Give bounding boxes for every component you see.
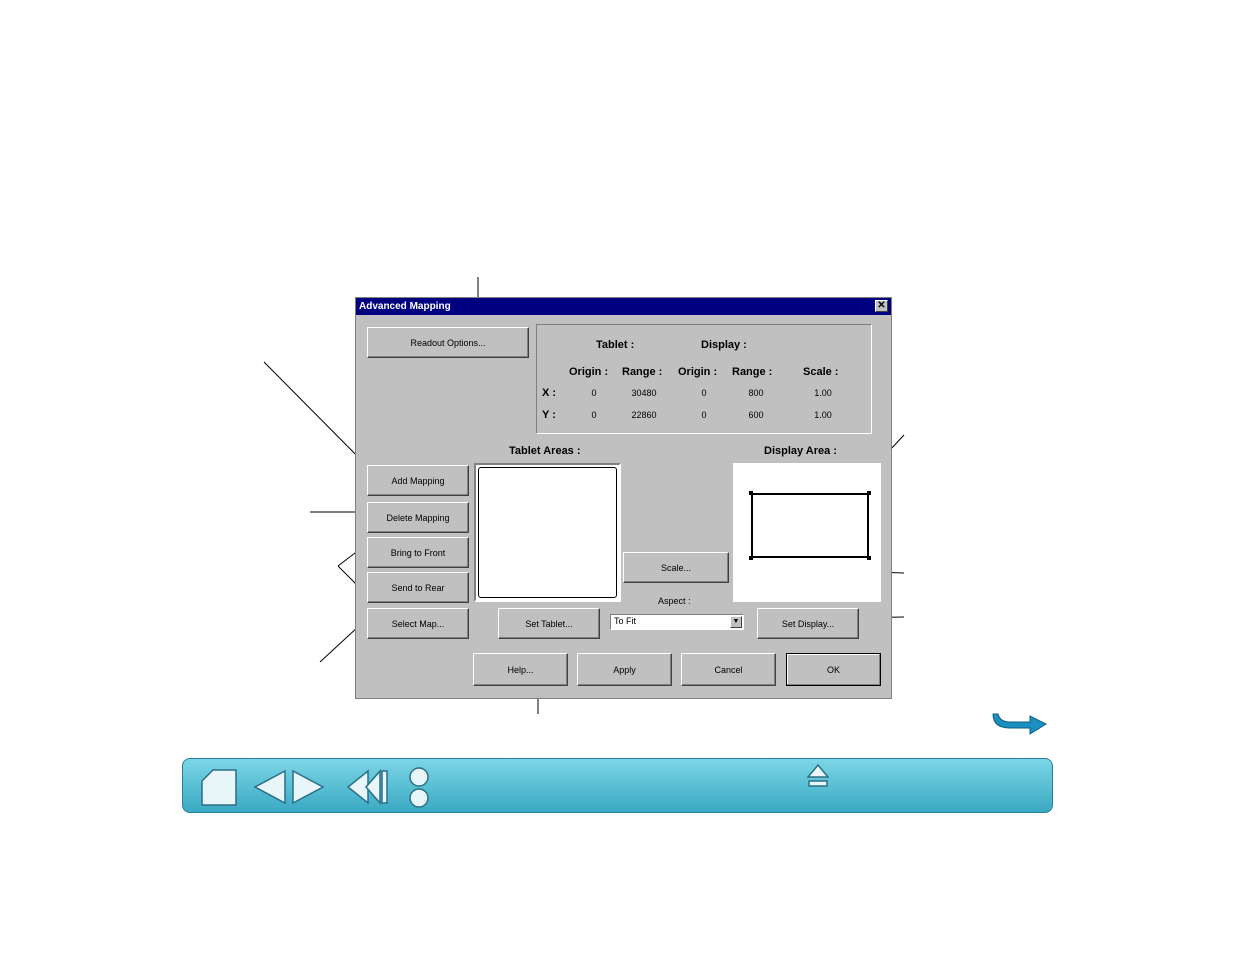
x-scale: 1.00 xyxy=(814,388,832,398)
home-icon[interactable] xyxy=(199,767,239,807)
dialog-title: Advanced Mapping xyxy=(356,298,891,315)
bring-to-front-button[interactable]: Bring to Front xyxy=(367,537,469,568)
add-mapping-button[interactable]: Add Mapping xyxy=(367,465,469,496)
x-tablet-range: 30480 xyxy=(631,388,657,398)
tablet-areas-label: Tablet Areas : xyxy=(509,445,581,457)
help-button[interactable]: Help... xyxy=(473,653,568,686)
aspect-select[interactable]: To Fit ▼ xyxy=(610,614,744,630)
tablet-origin-header: Origin : xyxy=(569,366,609,378)
aspect-selected-value: To Fit xyxy=(614,616,637,626)
display-area-rect[interactable] xyxy=(751,493,869,558)
next-page-icon[interactable] xyxy=(291,769,325,805)
y-display-origin: 0 xyxy=(701,410,707,420)
cancel-button[interactable]: Cancel xyxy=(681,653,776,686)
x-row-label: X : xyxy=(542,387,557,399)
select-map-button[interactable]: Select Map... xyxy=(367,608,469,639)
ok-button[interactable]: OK xyxy=(786,653,881,686)
send-to-rear-button[interactable]: Send to Rear xyxy=(367,572,469,603)
next-page-arrow-icon[interactable] xyxy=(990,710,1050,736)
resize-handle[interactable] xyxy=(867,556,871,560)
x-tablet-origin: 0 xyxy=(591,388,597,398)
resize-handle[interactable] xyxy=(749,491,753,495)
tablet-areas-canvas[interactable] xyxy=(474,463,621,602)
apply-button[interactable]: Apply xyxy=(577,653,672,686)
readout-options-label: Readout Options... xyxy=(410,337,486,348)
scale-header: Scale : xyxy=(803,366,839,378)
scale-button[interactable]: Scale... xyxy=(623,552,729,583)
display-area-label: Display Area : xyxy=(764,445,837,457)
tablet-range-header: Range : xyxy=(622,366,663,378)
y-display-range: 600 xyxy=(748,410,764,420)
tablet-header: Tablet : xyxy=(596,339,635,351)
delete-mapping-button[interactable]: Delete Mapping xyxy=(367,502,469,533)
navigation-bar xyxy=(182,758,1053,813)
circle-buttons-icon[interactable] xyxy=(407,767,431,809)
set-display-button[interactable]: Set Display... xyxy=(757,608,859,639)
advanced-mapping-dialog: Advanced Mapping ✕ Readout Options... Ta… xyxy=(355,297,892,699)
readout-options-button[interactable]: Readout Options... xyxy=(367,327,529,358)
y-tablet-range: 22860 xyxy=(631,410,657,420)
display-header: Display : xyxy=(701,339,747,351)
resize-handle[interactable] xyxy=(749,556,753,560)
x-display-origin: 0 xyxy=(701,388,707,398)
set-tablet-button[interactable]: Set Tablet... xyxy=(498,608,600,639)
display-area-canvas[interactable] xyxy=(733,463,881,602)
chevron-down-icon[interactable]: ▼ xyxy=(730,616,742,628)
tablet-area-rect[interactable] xyxy=(478,467,617,598)
y-tablet-origin: 0 xyxy=(591,410,597,420)
back-icon[interactable] xyxy=(346,769,390,805)
display-origin-header: Origin : xyxy=(678,366,718,378)
close-button[interactable]: ✕ xyxy=(875,300,888,312)
display-range-header: Range : xyxy=(732,366,773,378)
resize-handle[interactable] xyxy=(867,491,871,495)
aspect-label: Aspect : xyxy=(658,596,691,606)
previous-page-icon[interactable] xyxy=(253,769,287,805)
y-row-label: Y : xyxy=(542,409,556,421)
y-scale: 1.00 xyxy=(814,410,832,420)
eject-icon[interactable] xyxy=(806,763,830,791)
x-display-range: 800 xyxy=(748,388,764,398)
